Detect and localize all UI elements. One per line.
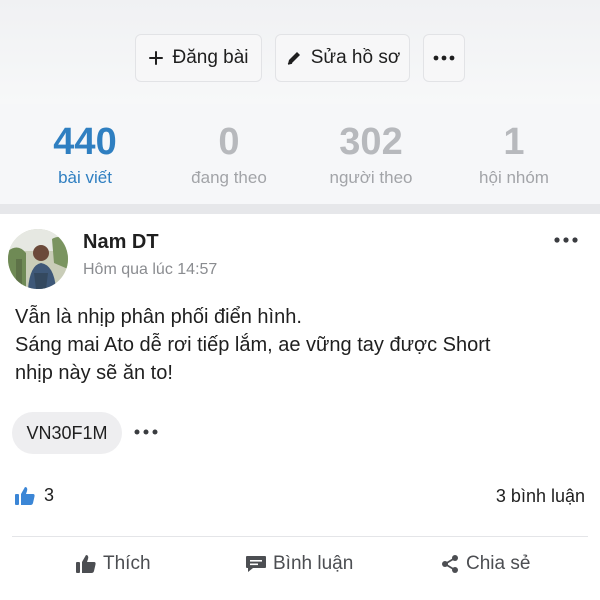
avatar[interactable]	[8, 229, 68, 289]
edit-profile-button[interactable]: Sửa hồ sơ	[275, 34, 410, 82]
stat-value: 440	[53, 121, 117, 163]
stat-label: người theo	[329, 168, 413, 187]
stat-value: 302	[339, 121, 403, 163]
stat-label: đang theo	[191, 168, 267, 187]
post-button-label: Đăng bài	[172, 47, 249, 68]
thumbs-up-icon	[75, 554, 97, 574]
post-content-line: Vẫn là nhịp phân phối điển hình.	[15, 306, 302, 328]
share-button[interactable]: Chia sẻ	[440, 553, 530, 575]
stat-following[interactable]: 0 đang theo	[159, 120, 299, 188]
pencil-icon	[285, 49, 303, 67]
stat-value: 0	[218, 121, 240, 163]
profile-more-button[interactable]	[423, 34, 465, 82]
tag-more-button[interactable]	[133, 424, 159, 440]
edit-profile-button-label: Sửa hồ sơ	[310, 47, 401, 68]
like-count[interactable]: 3	[14, 485, 54, 506]
share-icon	[440, 554, 460, 574]
like-count-value: 3	[44, 485, 55, 505]
stock-tag[interactable]: VN30F1M	[12, 412, 122, 454]
post-content: Vẫn là nhịp phân phối điển hình. Sáng ma…	[15, 303, 585, 387]
more-horizontal-icon	[133, 424, 159, 440]
more-horizontal-icon	[553, 232, 579, 248]
post-button[interactable]: Đăng bài	[135, 34, 262, 82]
post-author[interactable]: Nam DT	[83, 231, 159, 254]
post-time: Hôm qua lúc 14:57	[83, 261, 218, 278]
post-content-line: nhịp này sẽ ăn to!	[15, 362, 173, 384]
comment-count[interactable]: 3 bình luận	[496, 486, 585, 507]
like-button-label: Thích	[103, 553, 151, 574]
stat-label: bài viết	[58, 168, 112, 187]
like-button[interactable]: Thích	[75, 553, 151, 575]
share-button-label: Chia sẻ	[466, 553, 531, 574]
post-content-line: Sáng mai Ato dễ rơi tiếp lắm, ae vững ta…	[15, 334, 491, 356]
stat-posts[interactable]: 440 bài viết	[15, 120, 155, 188]
post-more-button[interactable]	[553, 232, 583, 248]
more-horizontal-icon	[433, 55, 455, 61]
comment-icon	[245, 554, 267, 574]
stat-groups[interactable]: 1 hội nhóm	[444, 120, 584, 188]
thumbs-up-icon	[14, 486, 36, 506]
section-separator	[0, 204, 600, 214]
stat-followers[interactable]: 302 người theo	[301, 120, 441, 188]
comment-button[interactable]: Bình luận	[245, 553, 353, 575]
stat-label: hội nhóm	[479, 168, 549, 187]
stat-value: 1	[503, 121, 525, 163]
profile-actions-bar: Đăng bài Sửa hồ sơ	[0, 0, 600, 104]
divider	[12, 536, 588, 537]
comment-button-label: Bình luận	[273, 553, 354, 574]
plus-icon	[148, 50, 164, 66]
profile-stats: 440 bài viết 0 đang theo 302 người theo …	[0, 104, 600, 204]
